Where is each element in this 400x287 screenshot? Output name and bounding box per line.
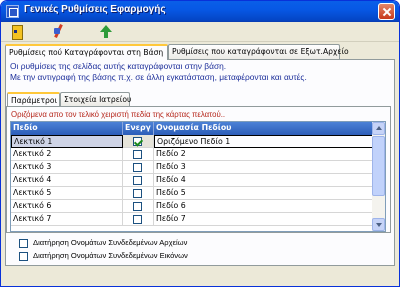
field-name-cell[interactable]: Πεδίο 7 (154, 213, 373, 226)
keep-linked-images-checkbox[interactable] (19, 252, 28, 261)
field-cell[interactable]: Λεκτικό 5 (11, 187, 123, 200)
grid-header: Πεδίο Ενεργ Ονομασία Πεδίου (11, 122, 373, 135)
active-cell[interactable] (123, 148, 154, 161)
active-cell[interactable] (123, 187, 154, 200)
info-line-2: Με την αντιγραφή της βάσης π.χ. σε άλλη … (10, 72, 307, 82)
active-cell[interactable] (123, 135, 154, 148)
field-cell[interactable]: Λεκτικό 1 (11, 135, 123, 148)
active-cell[interactable] (123, 161, 154, 174)
column-header-field[interactable]: Πεδίο (11, 122, 123, 135)
active-checkbox[interactable] (133, 176, 142, 185)
active-checkbox[interactable] (133, 202, 142, 211)
tab-clinic-info[interactable]: Στοιχεία Ιατρείου (60, 92, 131, 106)
field-cell[interactable]: Λεκτικό 4 (11, 174, 123, 187)
table-row[interactable]: Λεκτικό 2 Πεδίο 2 (11, 148, 373, 161)
active-checkbox[interactable] (133, 215, 142, 224)
active-cell[interactable] (123, 200, 154, 213)
table-row[interactable]: Λεκτικό 3 Πεδίο 3 (11, 161, 373, 174)
field-name-cell[interactable]: Πεδίο 2 (154, 148, 373, 161)
parameters-panel: Οριζόμενα απο τον τελικό χειριστή πεδία … (6, 106, 391, 233)
scroll-thumb[interactable] (372, 136, 385, 196)
tab-parameters[interactable]: Παράμετροι (7, 92, 60, 106)
table-row[interactable]: Λεκτικό 7 Πεδίο 7 (11, 213, 373, 226)
field-name-cell[interactable]: Πεδίο 4 (154, 174, 373, 187)
field-name-cell[interactable]: Πεδίο 6 (154, 200, 373, 213)
table-row[interactable]: Λεκτικό 1 Οριζόμενο Πεδίο 1 (11, 135, 373, 148)
field-cell[interactable]: Λεκτικό 2 (11, 148, 123, 161)
grid-vertical-scrollbar[interactable] (372, 122, 385, 231)
title-bar[interactable]: Γενικές Ρυθμίσεις Εφαρμογής (1, 1, 399, 22)
active-checkbox[interactable] (133, 189, 142, 198)
tab-external-file-settings[interactable]: Ρυθμίσεις που καταγράφονται σε Εξωτ.Αρχε… (168, 44, 349, 59)
field-cell[interactable]: Λεκτικό 6 (11, 200, 123, 213)
keep-linked-files-checkbox[interactable] (19, 239, 28, 248)
table-row[interactable]: Λεκτικό 5 Πεδίο 5 (11, 187, 373, 200)
settings-window: Γενικές Ρυθμίσεις Εφαρμογής Ρυθμίσεις πο… (0, 0, 400, 287)
active-cell[interactable] (123, 174, 154, 187)
active-checkbox[interactable] (133, 150, 142, 159)
column-header-active[interactable]: Ενεργ (123, 122, 154, 135)
app-icon (6, 5, 19, 18)
table-row[interactable]: Λεκτικό 6 Πεδίο 6 (11, 200, 373, 213)
scroll-up-icon[interactable] (372, 122, 385, 135)
custom-fields-grid: Πεδίο Ενεργ Ονομασία Πεδίου Λεκτικό 1 Ορ… (10, 121, 386, 232)
column-header-field-name[interactable]: Ονομασία Πεδίου (154, 122, 373, 135)
keep-linked-files-label: Διατήρηση Ονομάτων Συνδεδεμένων Αρχείων (33, 238, 188, 247)
table-row[interactable]: Λεκτικό 4 Πεδίο 4 (11, 174, 373, 187)
window-title: Γενικές Ρυθμίσεις Εφαρμογής (24, 4, 166, 15)
field-name-cell[interactable]: Πεδίο 5 (154, 187, 373, 200)
tab-db-settings[interactable]: Ρυθμίσεις πού Καταγράφονται στη Βάση (5, 44, 168, 60)
custom-fields-hint: Οριζόμενα απο τον τελικό χειριστή πεδία … (11, 110, 226, 119)
field-name-cell[interactable]: Πεδίο 3 (154, 161, 373, 174)
field-cell[interactable]: Λεκτικό 7 (11, 213, 123, 226)
keep-linked-images-label: Διατήρηση Ονομάτων Συνδεδεμένων Εικόνων (33, 251, 188, 260)
toolbar (1, 22, 399, 42)
arrow-up-icon[interactable] (98, 24, 114, 40)
exit-icon[interactable] (9, 24, 25, 40)
active-checkbox[interactable] (133, 137, 142, 146)
active-cell[interactable] (123, 213, 154, 226)
close-button[interactable] (378, 3, 395, 20)
info-line-1: Οι ρυθμίσεις της σελίδας αυτής καταγράφο… (10, 61, 227, 71)
field-cell[interactable]: Λεκτικό 3 (11, 161, 123, 174)
active-checkbox[interactable] (133, 163, 142, 172)
tools-icon[interactable] (51, 24, 67, 40)
scroll-down-icon[interactable] (372, 218, 385, 231)
field-name-cell[interactable]: Οριζόμενο Πεδίο 1 (154, 135, 373, 148)
